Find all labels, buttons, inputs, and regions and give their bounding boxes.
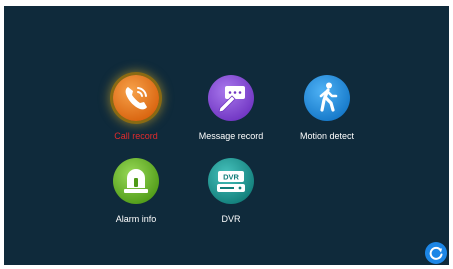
refresh-icon xyxy=(425,242,447,264)
menu-screen: Call record Message record Motion detect… xyxy=(4,6,449,265)
dvr-label: DVR xyxy=(221,214,241,224)
call-record-label: Call record xyxy=(114,131,158,141)
message-record-label: Message record xyxy=(198,131,264,141)
alarm-info-button[interactable]: Alarm info xyxy=(91,158,181,228)
message-edit-icon xyxy=(208,75,254,121)
dvr-badge-text: DVR xyxy=(223,173,239,182)
walking-person-icon xyxy=(304,75,350,121)
motion-detect-label: Motion detect xyxy=(299,131,355,141)
back-button[interactable] xyxy=(425,242,447,264)
dvr-icon: DVR xyxy=(208,158,254,204)
dvr-button[interactable]: DVR DVR xyxy=(186,158,276,228)
message-record-button[interactable]: Message record xyxy=(186,75,276,145)
call-record-button[interactable]: Call record xyxy=(91,75,181,145)
motion-detect-button[interactable]: Motion detect xyxy=(282,75,372,145)
alarm-bell-icon xyxy=(113,158,159,204)
phone-icon xyxy=(113,75,159,121)
alarm-info-label: Alarm info xyxy=(115,214,157,224)
